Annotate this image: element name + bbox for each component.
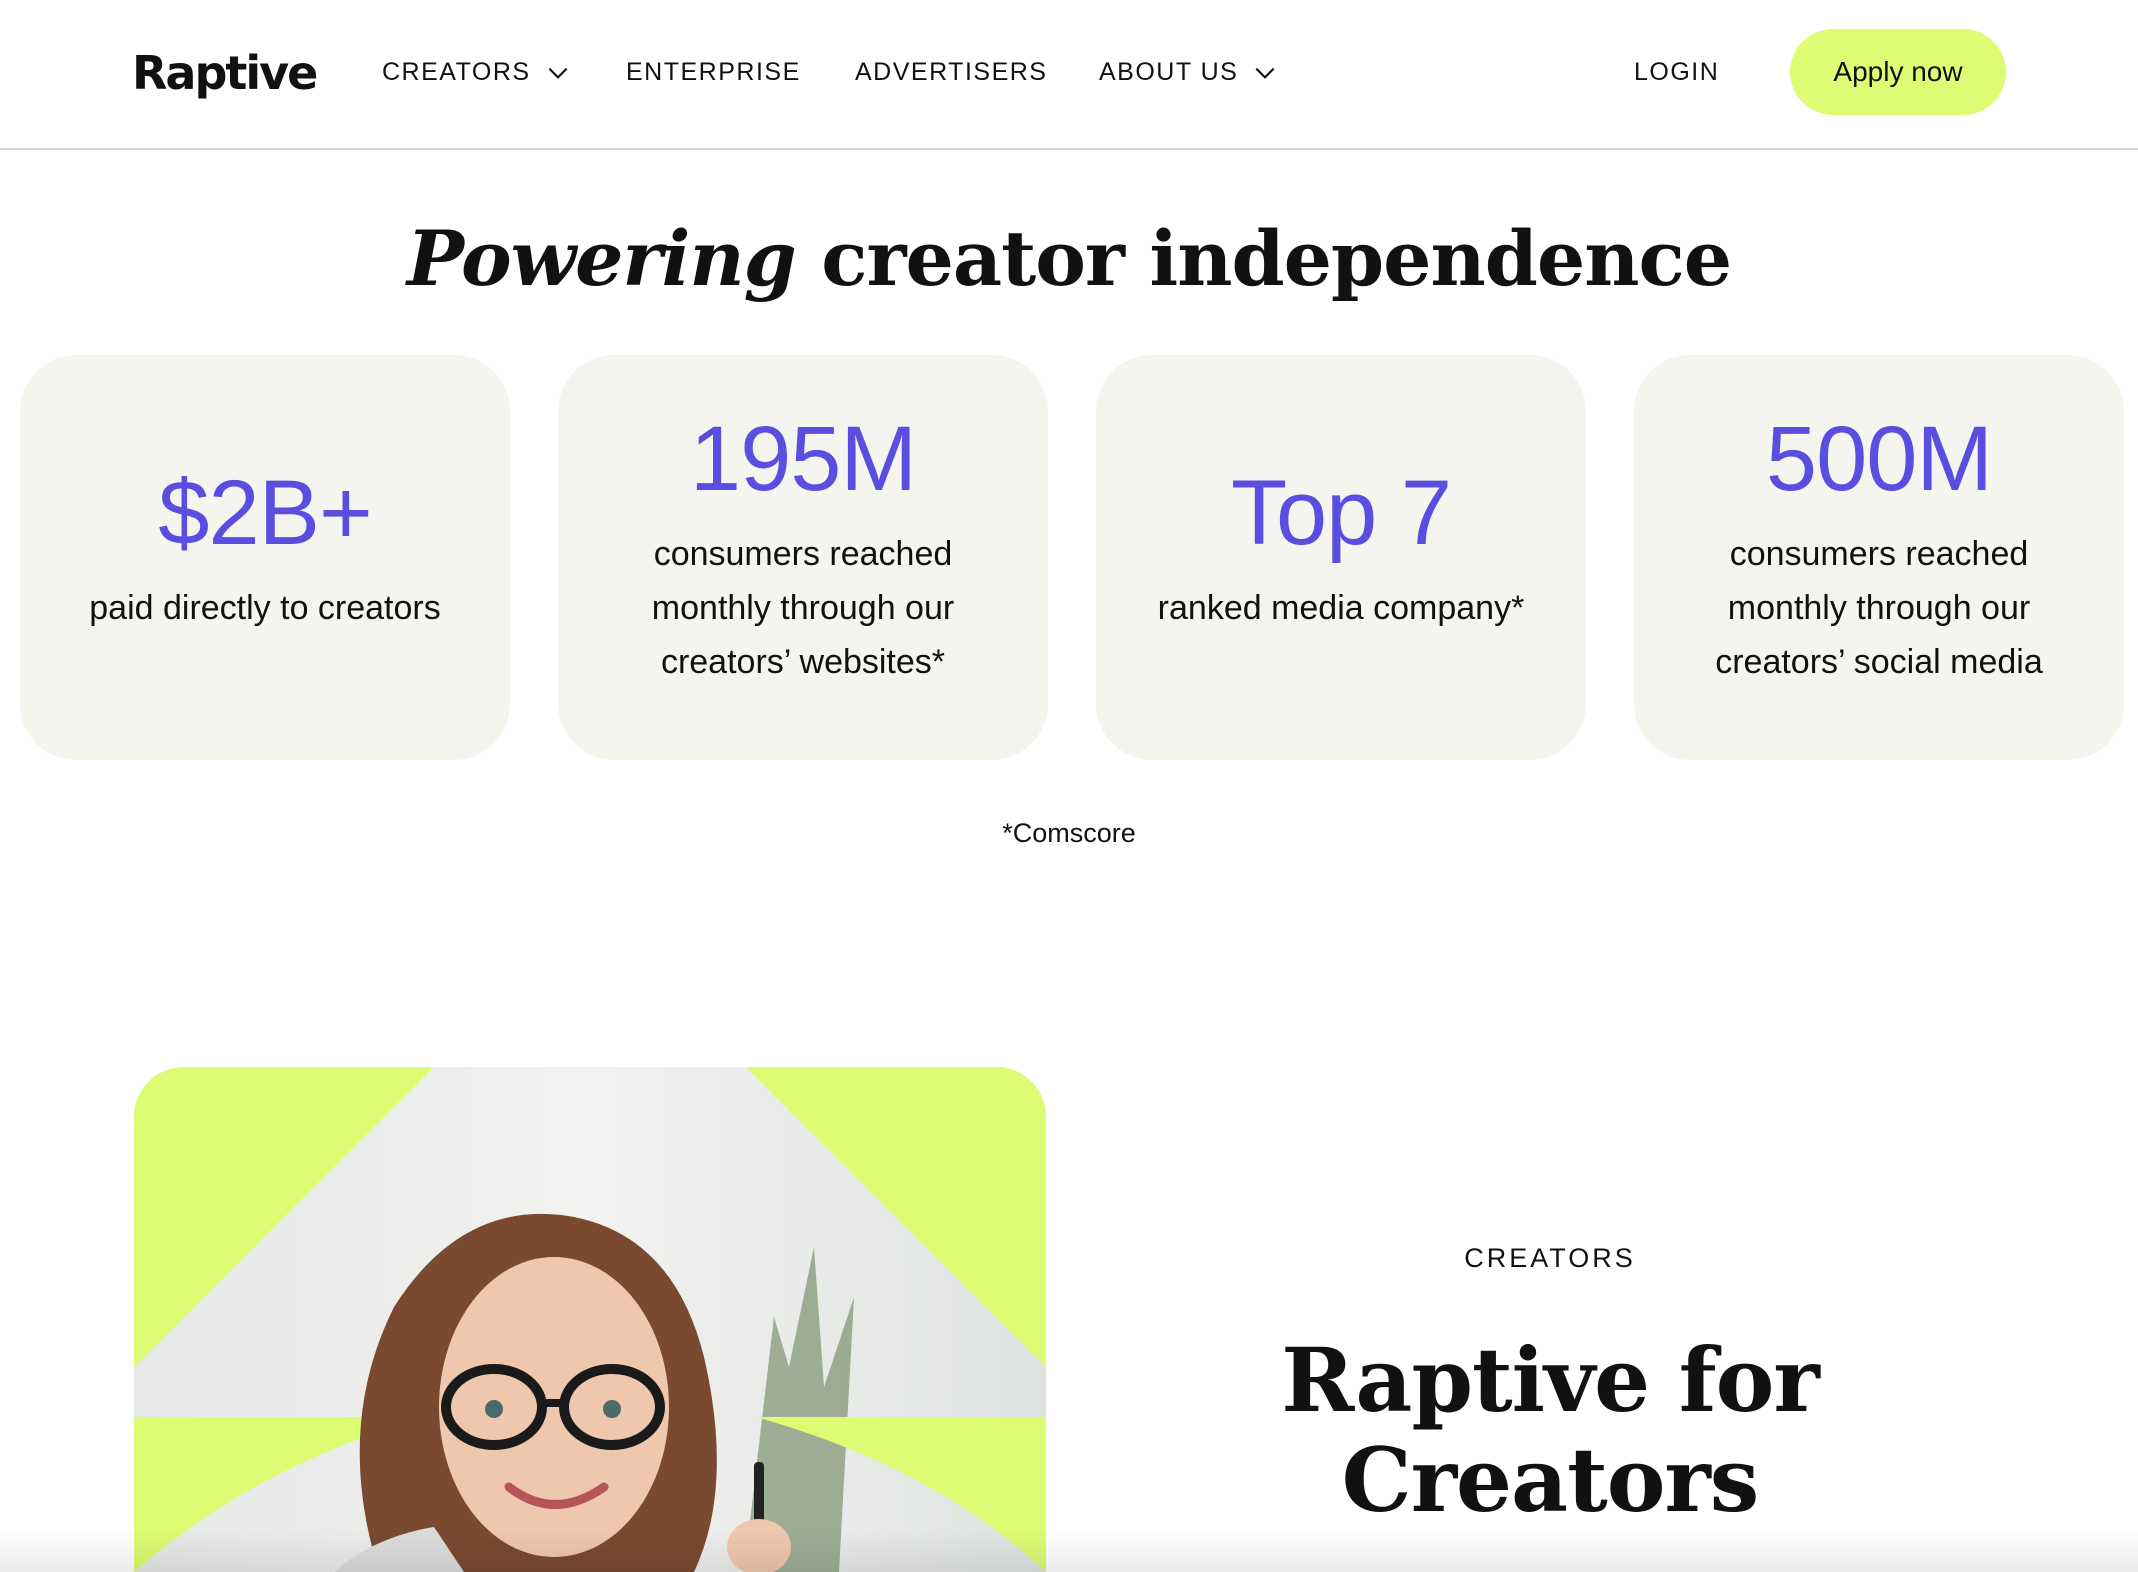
- site-header: Raptive CREATORS ENTERPRISE ADVERTISERS …: [0, 0, 2138, 150]
- chevron-down-icon: [1255, 67, 1275, 79]
- stat-card-social: 500M consumers reached monthly through o…: [1634, 355, 2124, 760]
- apply-now-button[interactable]: Apply now: [1790, 29, 2006, 115]
- nav-about-us[interactable]: ABOUT US: [1099, 58, 1278, 87]
- stat-value: $2B+: [158, 462, 372, 564]
- creator-photo-illustration: [134, 1067, 1046, 1572]
- stat-description: consumers reached monthly through our cr…: [651, 535, 955, 681]
- stat-value: 500M: [1765, 408, 1993, 510]
- headline-rest: creator independence: [795, 214, 1732, 303]
- stat-description: consumers reached monthly through our cr…: [1715, 535, 2043, 681]
- stat-description: paid directly to creators: [89, 589, 441, 627]
- login-link[interactable]: LOGIN: [1634, 58, 1719, 87]
- chevron-down-icon: [548, 67, 568, 79]
- comscore-footnote: *Comscore: [1002, 818, 1136, 848]
- page-headline: Powering creator independence: [0, 214, 2138, 303]
- nav-enterprise[interactable]: ENTERPRISE: [626, 58, 801, 87]
- nav-advertisers[interactable]: ADVERTISERS: [855, 58, 1047, 87]
- stat-card-paid: $2B+ paid directly to creators: [20, 355, 510, 760]
- stat-card-ranking: Top 7 ranked media company*: [1096, 355, 1586, 760]
- stat-value: Top 7: [1230, 462, 1452, 564]
- stat-description: ranked media company*: [1157, 589, 1525, 627]
- headline-italic: Powering: [406, 214, 797, 303]
- stat-card-websites: 195M consumers reached monthly through o…: [558, 355, 1048, 760]
- nav-creators[interactable]: CREATORS: [382, 58, 571, 87]
- section-eyebrow: CREATORS: [1464, 1243, 1636, 1273]
- section-title-line2: Creators: [1341, 1428, 1760, 1532]
- stat-value: 195M: [689, 408, 917, 510]
- section-title-line1: Raptive for: [1281, 1328, 1819, 1432]
- nav-creators-label: CREATORS: [382, 58, 531, 86]
- creator-photo: [134, 1067, 1046, 1572]
- section-title: Raptive for Creators: [1250, 1330, 1850, 1530]
- nav-about-us-label: ABOUT US: [1099, 58, 1239, 86]
- raptive-logo[interactable]: Raptive: [132, 46, 318, 100]
